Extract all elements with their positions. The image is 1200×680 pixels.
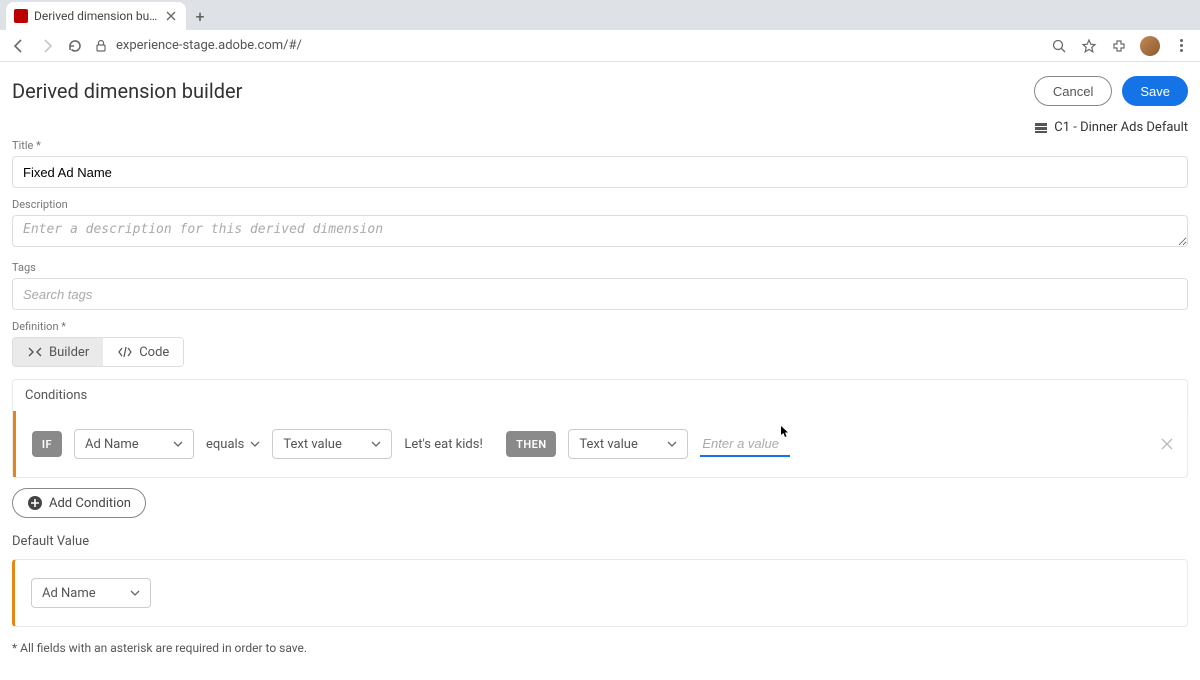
cancel-button[interactable]: Cancel xyxy=(1034,76,1112,106)
value-type-right-value: Text value xyxy=(579,437,637,452)
favicon-icon xyxy=(14,9,28,23)
tags-label: Tags xyxy=(12,261,1188,274)
tab-code[interactable]: Code xyxy=(103,338,183,366)
chevron-down-icon xyxy=(173,441,183,447)
description-label: Description xyxy=(12,198,1188,211)
tab-strip: Derived dimension builder | Cu + xyxy=(0,0,1200,30)
code-icon xyxy=(117,344,133,360)
plus-circle-icon xyxy=(27,495,43,511)
default-dimension-select[interactable]: Ad Name xyxy=(31,578,151,608)
browser-tab[interactable]: Derived dimension builder | Cu xyxy=(6,2,186,30)
tags-input[interactable] xyxy=(12,278,1188,310)
chevron-down-icon xyxy=(130,590,140,596)
chevron-down-icon xyxy=(250,441,260,447)
conditions-label: Conditions xyxy=(12,379,1188,411)
value-type-select-left[interactable]: Text value xyxy=(272,429,392,459)
operator-select[interactable]: equals xyxy=(206,437,260,452)
page-header: Derived dimension builder Cancel Save xyxy=(0,62,1200,114)
definition-tabs: Builder Code xyxy=(12,337,184,367)
condition-row: IF Ad Name equals Text v xyxy=(13,411,1187,477)
if-chip: IF xyxy=(32,431,62,457)
default-dimension-value: Ad Name xyxy=(42,586,96,601)
value-type-left-value: Text value xyxy=(283,437,341,452)
default-value-card: Ad Name xyxy=(12,559,1188,627)
default-value-label: Default Value xyxy=(12,534,1188,549)
remove-condition-icon[interactable] xyxy=(1161,438,1173,450)
then-chip: THEN xyxy=(506,431,556,457)
then-value-input[interactable] xyxy=(700,431,790,457)
footnote: * All fields with an asterisk are requir… xyxy=(12,627,1188,655)
page-title: Derived dimension builder xyxy=(12,79,242,103)
new-tab-button[interactable]: + xyxy=(186,2,214,30)
condition-value-left: Let's eat kids! xyxy=(404,437,494,452)
value-type-select-right[interactable]: Text value xyxy=(568,429,688,459)
dimension-select-value: Ad Name xyxy=(85,437,139,452)
title-input[interactable] xyxy=(12,156,1188,188)
add-condition-button[interactable]: Add Condition xyxy=(12,488,146,518)
extensions-icon[interactable] xyxy=(1110,37,1128,55)
close-icon[interactable] xyxy=(164,9,178,23)
add-condition-label: Add Condition xyxy=(49,496,131,511)
description-input[interactable] xyxy=(12,215,1188,247)
chevron-down-icon xyxy=(667,441,677,447)
reload-icon[interactable] xyxy=(66,37,84,55)
star-icon[interactable] xyxy=(1080,37,1098,55)
data-view-context: C1 - Dinner Ads Default xyxy=(0,114,1200,137)
back-icon[interactable] xyxy=(10,37,28,55)
menu-icon[interactable] xyxy=(1172,37,1190,55)
forward-icon[interactable] xyxy=(38,37,56,55)
data-view-icon xyxy=(1034,121,1048,135)
dimension-select[interactable]: Ad Name xyxy=(74,429,194,459)
title-label: Title xyxy=(12,139,1188,152)
browser-chrome: Derived dimension builder | Cu + experie… xyxy=(0,0,1200,62)
operator-value: equals xyxy=(206,437,244,452)
address-bar[interactable]: experience-stage.adobe.com/#/ xyxy=(94,38,1040,53)
tab-builder[interactable]: Builder xyxy=(13,338,103,366)
save-button[interactable]: Save xyxy=(1122,76,1188,106)
avatar[interactable] xyxy=(1140,36,1160,56)
zoom-icon[interactable] xyxy=(1050,37,1068,55)
definition-label: Definition xyxy=(12,320,1188,333)
tab-title: Derived dimension builder | Cu xyxy=(34,9,158,23)
address-bar-row: experience-stage.adobe.com/#/ xyxy=(0,30,1200,62)
url-text: experience-stage.adobe.com/#/ xyxy=(116,38,302,53)
data-view-name: C1 - Dinner Ads Default xyxy=(1054,120,1188,135)
chevron-down-icon xyxy=(371,441,381,447)
lock-icon xyxy=(94,39,108,53)
tab-builder-label: Builder xyxy=(49,345,89,360)
builder-icon xyxy=(27,344,43,360)
tab-code-label: Code xyxy=(139,345,169,360)
condition-card: IF Ad Name equals Text v xyxy=(12,411,1188,478)
